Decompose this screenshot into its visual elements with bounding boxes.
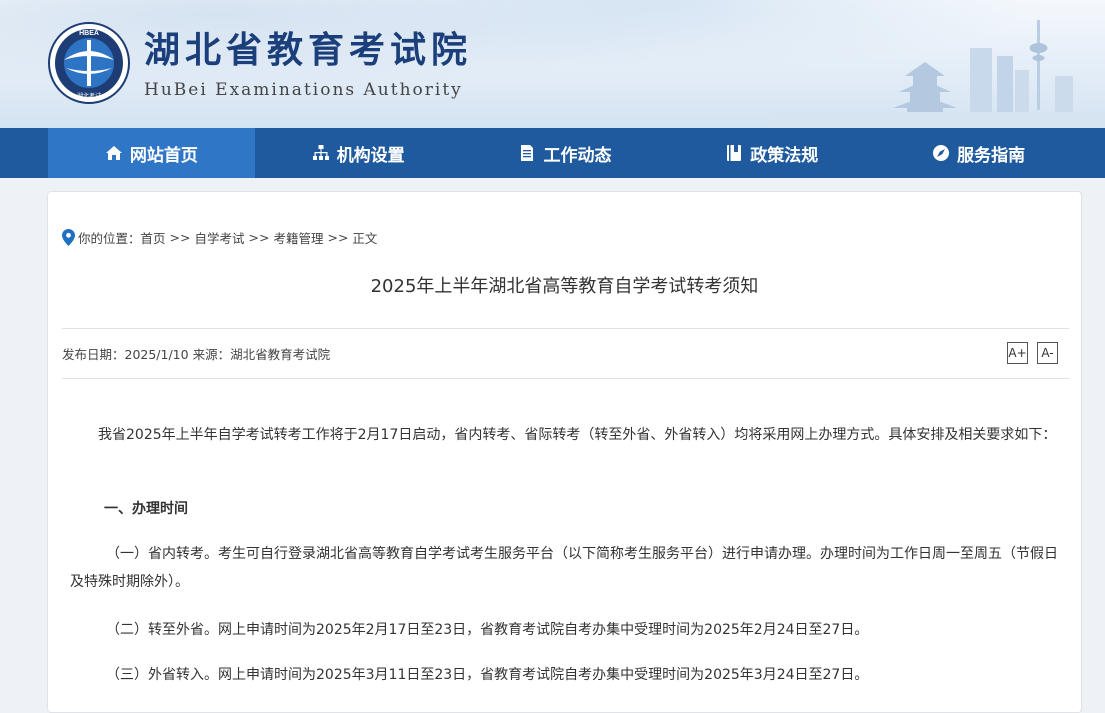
paragraph-intro: 我省2025年上半年自学考试转考工作将于2月17日启动，省内转考、省际转考（转至… <box>98 427 1057 443</box>
paragraph-transfer-in: （三）外省转入。网上申请时间为2025年3月11日至23日，省教育考试院自考办集… <box>106 667 869 683</box>
breadcrumb-link-home[interactable]: 首页 <box>141 228 166 247</box>
nav-item-label: 政策法规 <box>750 145 819 166</box>
site-title: 湖北省教育考试院 <box>144 29 473 71</box>
breadcrumb-link-records-management[interactable]: 考籍管理 <box>273 228 323 247</box>
divider <box>62 378 1069 379</box>
document-icon <box>521 145 534 161</box>
breadcrumb-prefix: 你的位置： <box>78 231 141 246</box>
breadcrumb-separator: >> <box>248 230 270 245</box>
location-pin-icon <box>62 229 75 246</box>
paragraph-transfer-out: （二）转至外省。网上申请时间为2025年2月17日至23日，省教育考试院自考办集… <box>106 622 869 638</box>
breadcrumb-link-self-study-exam[interactable]: 自学考试 <box>194 228 244 247</box>
site-banner: HBEA 湖北考试 湖北省教育考试院 HuBei Examinations Au… <box>0 0 1105 128</box>
nav-item-news[interactable]: 工作动态 <box>462 128 669 178</box>
hbea-logo-emblem: HBEA 湖北考试 <box>48 22 130 104</box>
breadcrumb-separator: >> <box>169 230 191 245</box>
svg-text:湖北考试: 湖北考试 <box>77 92 101 100</box>
nav-item-label: 工作动态 <box>543 145 612 166</box>
yellow-crane-tower-skyline <box>775 20 1105 128</box>
breadcrumb-current: 正文 <box>352 231 378 246</box>
nav-item-home[interactable]: 网站首页 <box>48 128 255 178</box>
font-decrease-button[interactable]: A- <box>1037 342 1058 364</box>
article-title: 2025年上半年湖北省高等教育自学考试转考须知 <box>370 276 759 297</box>
breadcrumb: 你的位置： 首页 >> 自学考试 >> 考籍管理 >> 正文 <box>62 228 377 247</box>
svg-text:HBEA: HBEA <box>79 30 99 37</box>
font-increase-button[interactable]: A+ <box>1007 342 1028 364</box>
book-icon <box>727 145 742 161</box>
nav-item-service-guide[interactable]: 服务指南 <box>875 128 1082 178</box>
main-navigation: 网站首页 机构设置 工作动态 政策法规 服务指南 <box>0 128 1105 178</box>
site-subtitle: HuBei Examinations Authority <box>144 80 463 100</box>
article-paragraph: （一）省内转考。考生可自行登录湖北省高等教育自学考试考生服务平台（以下简称考生服… <box>70 540 1065 596</box>
section-heading: 一、办理时间 <box>104 501 188 517</box>
article-paragraph: （二）转至外省。网上申请时间为2025年2月17日至23日，省教育考试院自考办集… <box>70 616 1065 644</box>
home-icon <box>105 146 122 160</box>
nav-item-policy[interactable]: 政策法规 <box>668 128 875 178</box>
article-card: 你的位置： 首页 >> 自学考试 >> 考籍管理 >> 正文 2025年上半年湖… <box>47 191 1082 713</box>
nav-item-label: 服务指南 <box>957 145 1026 166</box>
breadcrumb-separator: >> <box>327 230 349 245</box>
article-meta: 发布日期：2025/1/10 来源：湖北省教育考试院 <box>62 347 331 362</box>
paragraph-intra-province: （一）省内转考。考生可自行登录湖北省高等教育自学考试考生服务平台（以下简称考生服… <box>70 546 1058 590</box>
nav-item-organization[interactable]: 机构设置 <box>255 128 462 178</box>
nav-item-label: 网站首页 <box>129 145 198 166</box>
nav-item-label: 机构设置 <box>336 145 405 166</box>
divider <box>62 328 1069 329</box>
article-paragraph: 我省2025年上半年自学考试转考工作将于2月17日启动，省内转考、省际转考（转至… <box>70 421 1065 449</box>
article-paragraph: （三）外省转入。网上申请时间为2025年3月11日至23日，省教育考试院自考办集… <box>70 661 1065 689</box>
org-chart-icon <box>312 145 329 160</box>
compass-icon <box>933 145 950 161</box>
